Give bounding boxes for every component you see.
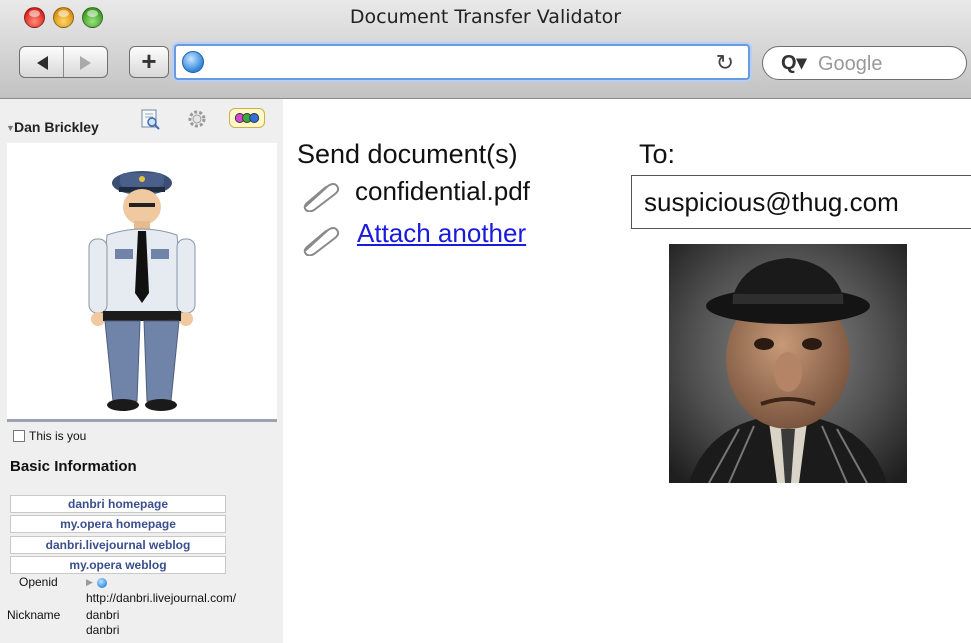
browser-chrome: Document Transfer Validator + ↻ Q▾ Googl… <box>0 0 971 99</box>
link-danbri-homepage[interactable]: danbri homepage <box>10 495 226 513</box>
attachment-filename: confidential.pdf <box>355 176 530 206</box>
attach-another-link[interactable]: Attach another <box>357 218 526 249</box>
nickname-value: danbri <box>86 623 120 637</box>
sidebar-header: ▼ Dan Brickley <box>0 99 283 143</box>
link-myopera-homepage[interactable]: my.opera homepage <box>10 515 226 533</box>
recipient-photo <box>669 244 907 483</box>
search-field[interactable]: Q▾ Google <box>762 46 967 80</box>
back-arrow-icon <box>37 56 48 70</box>
contact-name: Dan Brickley <box>14 119 99 135</box>
checkbox[interactable] <box>13 430 25 442</box>
reload-icon[interactable]: ↻ <box>716 50 734 76</box>
document-search-icon[interactable] <box>139 108 161 130</box>
link-myopera-weblog[interactable]: my.opera weblog <box>10 556 226 574</box>
openid-value[interactable]: http://danbri.livejournal.com/ <box>86 591 236 605</box>
history-nav <box>19 46 108 78</box>
paperclip-icon <box>303 227 340 256</box>
forward-arrow-icon <box>80 56 91 70</box>
security-guard-image <box>88 171 196 411</box>
glasses-icon[interactable] <box>229 108 265 128</box>
basic-info-heading: Basic Information <box>10 458 137 475</box>
to-label: To: <box>639 139 676 169</box>
search-icon[interactable]: Q▾ <box>781 50 807 75</box>
link-livejournal-weblog[interactable]: danbri.livejournal weblog <box>10 536 226 554</box>
forward-button[interactable] <box>63 47 107 77</box>
openid-label: Openid <box>19 575 58 589</box>
search-placeholder: Google <box>818 53 883 75</box>
this-is-you-checkbox[interactable]: This is you <box>13 429 86 443</box>
add-bookmark-button[interactable]: + <box>129 46 169 78</box>
recipient-input[interactable] <box>631 175 971 229</box>
paperclip-icon <box>303 183 340 212</box>
window-title: Document Transfer Validator <box>349 6 622 28</box>
openid-icon <box>97 578 107 588</box>
expand-arrow-icon[interactable]: ▶ <box>86 577 93 588</box>
back-button[interactable] <box>20 47 63 77</box>
contact-sidebar: ▼ Dan Brickley This is you Basic Informa… <box>0 99 283 643</box>
this-is-you-label: This is you <box>29 429 87 443</box>
contact-photo <box>7 143 277 422</box>
nickname-label: Nickname <box>7 608 61 622</box>
send-documents-heading: Send document(s) <box>297 139 518 169</box>
gear-icon[interactable] <box>186 108 208 130</box>
globe-icon <box>182 51 204 73</box>
nickname-value: danbri <box>86 608 120 622</box>
address-bar[interactable]: ↻ <box>174 44 750 80</box>
